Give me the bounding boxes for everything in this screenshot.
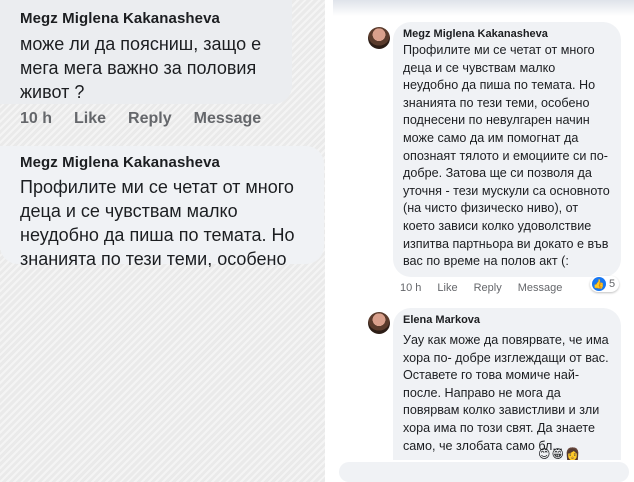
comment-author[interactable]: Megz Miglena Kakanasheva bbox=[20, 154, 312, 171]
comment-author[interactable]: Megz Miglena Kakanasheva bbox=[403, 28, 611, 40]
comment-bubble: Elena Markova Уау как може да повярвате,… bbox=[393, 308, 621, 482]
comment-text: Профилите ми се четат от много деца и се… bbox=[20, 177, 295, 267]
smile-emoji-icon: 😊 bbox=[538, 447, 551, 461]
comment-actions: 10 h Like Reply Message bbox=[20, 110, 261, 128]
reply-input[interactable] bbox=[339, 462, 629, 482]
message-link[interactable]: Message bbox=[518, 282, 563, 294]
reaction-count: 5 bbox=[609, 278, 616, 290]
emoji-strip: 😊 😁 👩 bbox=[538, 447, 580, 461]
grin-emoji-icon: 😁 bbox=[551, 447, 565, 461]
divider bbox=[325, 0, 333, 482]
top-shadow bbox=[333, 0, 634, 16]
message-link[interactable]: Message bbox=[194, 110, 262, 128]
like-link[interactable]: Like bbox=[74, 110, 106, 128]
reaction-summary[interactable]: 👍 5 bbox=[590, 276, 620, 292]
comment-timestamp[interactable]: 10 h bbox=[400, 282, 421, 294]
comment-author[interactable]: Megz Miglena Kakanasheva bbox=[20, 10, 280, 27]
right-screenshot-panel: Megz Miglena Kakanasheva Профилите ми се… bbox=[333, 0, 634, 482]
reply-composer bbox=[333, 460, 634, 482]
thumbs-up-icon: 👍 bbox=[592, 277, 606, 291]
comment-bubble: Megz Miglena Kakanasheva може ли да пояс… bbox=[0, 0, 292, 104]
like-link[interactable]: Like bbox=[437, 282, 457, 294]
left-screenshot-panel: Megz Miglena Kakanasheva може ли да пояс… bbox=[0, 0, 325, 482]
comment-text: Уау как може да повярвате, че има хора п… bbox=[403, 333, 609, 453]
comment-text: може ли да поясниш, защо е мега мега важ… bbox=[20, 34, 262, 102]
comment-text: Профилите ми се четат от много деца и се… bbox=[403, 43, 610, 269]
comment-author[interactable]: Elena Markova bbox=[403, 314, 611, 326]
reply-link[interactable]: Reply bbox=[474, 282, 502, 294]
person-emoji-icon: 👩 bbox=[565, 447, 580, 461]
comment-bubble: Megz Miglena Kakanasheva Профилите ми се… bbox=[393, 22, 621, 277]
reply-link[interactable]: Reply bbox=[128, 110, 172, 128]
comment-timestamp[interactable]: 10 h bbox=[20, 110, 52, 128]
avatar[interactable] bbox=[368, 27, 390, 49]
avatar[interactable] bbox=[368, 312, 390, 334]
comment-actions: 10 h Like Reply Message bbox=[400, 282, 562, 294]
comment-bubble: Megz Miglena Kakanasheva Профилите ми се… bbox=[0, 146, 324, 267]
